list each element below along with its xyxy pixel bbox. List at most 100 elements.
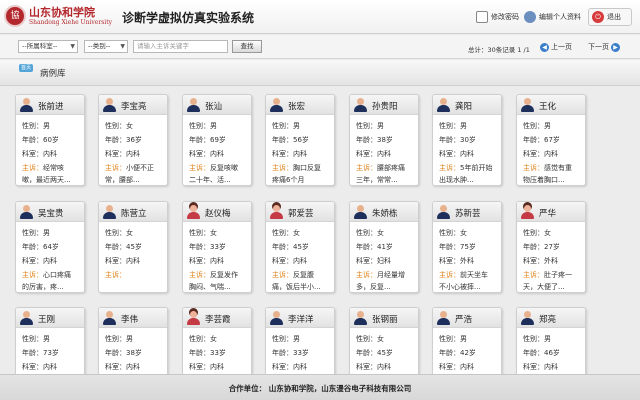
age-row: 年龄：33岁 [272,348,334,358]
gender-value: 男 [544,335,551,343]
case-card-header: 朱娇栋 [350,202,418,222]
dept-value: 内科 [544,363,558,371]
gender-value: 男 [377,122,384,130]
dept-label: 科室： [523,363,544,371]
case-card[interactable]: 郑亮性别：男年龄：46岁科室：内科主诉： [516,307,586,374]
dept-value: 内科 [210,363,224,371]
dept-value: 内科 [293,150,307,158]
complaint-value: 反复腹 [293,271,314,279]
age-row: 年龄：33岁 [189,348,251,358]
filter-toolbar: --所属科室-- ▼ --类别-- ▼ 请输入主诉关键字 查找 总计：30条记录… [0,35,640,59]
case-card[interactable]: 孙贵阳 性别：男 年龄：38岁 科室：内科 主诉：腰部疼痛 三年，常常... [349,94,419,186]
age-row: 年龄：67岁 [523,135,585,145]
arrow-right-icon: ▶ [611,42,620,52]
age-row: 年龄：45岁 [272,242,334,252]
gender-label: 性别： [22,335,43,343]
male-user-icon [20,311,33,325]
logout-button[interactable]: ⏻ 退出 [588,8,632,26]
search-button[interactable]: 查找 [232,40,262,53]
gender-row: 性别：女 [439,228,501,238]
dept-row: 科室：内科 [105,362,167,372]
department-select[interactable]: --所属科室-- ▼ [18,40,78,53]
patient-name: 张前进 [38,102,64,112]
age-row: 年龄：41岁 [356,242,418,252]
dept-value: 内科 [210,150,224,158]
dept-value: 内科 [460,150,474,158]
case-card[interactable]: 张宏 性别：男 年龄：56岁 科室：内科 主诉：胸口反复 疼痛6个月 [265,94,335,186]
dept-row: 科室：外科 [523,256,585,266]
case-card[interactable]: 苏新芸 性别：女 年龄：75岁 科室：外科 主诉：前天坐车 不小心被摔... [432,201,502,293]
case-card[interactable]: 郭爱芸 性别：女 年龄：45岁 科室：内科 主诉：反复腹 痛，饭后半小... [265,201,335,293]
prev-page-button[interactable]: ◀ 上一页 [540,41,572,53]
age-value: 30岁 [460,136,476,144]
patient-name: 李芸霞 [205,315,231,325]
gender-label: 性别： [22,229,43,237]
complaint-value: 小便不正 [126,164,154,172]
university-seal-icon: 協 [4,5,26,27]
case-card-header: 李洋洋 [266,308,334,328]
dept-row: 科室：内科 [189,362,251,372]
age-value: 73岁 [43,349,59,357]
home-tag[interactable]: 首页 [19,64,34,72]
age-value: 69岁 [210,136,226,144]
dept-label: 科室： [189,150,210,158]
age-label: 年龄： [105,243,126,251]
gender-label: 性别： [22,122,43,130]
dept-label: 科室： [22,150,43,158]
category-select[interactable]: --类别-- ▼ [84,40,128,53]
case-card[interactable]: 朱娇栋 性别：女 年龄：41岁 科室：妇科 主诉：月经量增 多，反复... [349,201,419,293]
document-edit-icon [476,11,488,23]
complaint-search-input[interactable]: 请输入主诉关键字 [133,40,228,53]
case-card[interactable]: 赵仪梅 性别：女 年龄：33岁 科室：内科 主诉：反复发作 胸闷、气喘... [182,201,252,293]
age-value: 64岁 [43,243,59,251]
dept-row: 科室：内科 [272,149,334,159]
case-card[interactable]: 严浩性别：男年龄：42岁科室：内科主诉：逐渐不良 [432,307,502,374]
case-card-header: 张前进 [16,95,84,115]
male-user-icon [270,98,283,112]
age-label: 年龄： [439,243,460,251]
case-card[interactable]: 张汕 性别：男 年龄：69岁 科室：内科 主诉：反复咳嗽 二十年、活... [182,94,252,186]
case-card[interactable]: 严华 性别：女 年龄：27岁 科室：外科 主诉：肚子疼一 天，大便了... [516,201,586,293]
complaint-label: 主诉： [22,271,43,279]
case-card-header: 李芸霞 [183,308,251,328]
dept-row: 科室：内科 [105,149,167,159]
age-label: 年龄： [439,136,460,144]
department-select-value: --所属科室-- [22,42,58,50]
female-user-icon [270,205,283,219]
complaint-value: 月经量增 [377,271,405,279]
next-page-button[interactable]: 下一页 ▶ [588,41,620,53]
gender-row: 性别：男 [22,228,84,238]
gender-label: 性别： [189,229,210,237]
case-card[interactable]: 张钢丽性别：女年龄：45岁科室：内科主诉：腹痛，没有 [349,307,419,374]
dept-value: 内科 [126,363,140,371]
patient-name: 郑亮 [539,315,557,325]
gender-row: 性别：男 [189,121,251,131]
edit-profile-button[interactable]: 编辑个人资料 [524,9,581,25]
gender-label: 性别： [272,229,293,237]
case-card-header: 陈营立 [99,202,167,222]
case-card[interactable]: 陈营立 性别：女 年龄：45岁 科室：内科 主诉： [98,201,168,293]
gender-row: 性别：男 [523,334,585,344]
case-card[interactable]: 李洋洋性别：男年龄：33岁科室：内科主诉：发热、咳嗽 [265,307,335,374]
case-card[interactable]: 龚阳 性别：男 年龄：30岁 科室：内科 主诉：5年前开始 出现水肿... [432,94,502,186]
dept-row: 科室：内科 [356,362,418,372]
gender-label: 性别： [189,335,210,343]
dept-row: 科室：内科 [22,362,84,372]
case-card[interactable]: 王刚性别：男年龄：73岁科室：内科主诉：肚子上面 [15,307,85,374]
patient-name: 王化 [539,102,557,112]
age-label: 年龄： [189,349,210,357]
case-card[interactable]: 吴宝贵 性别：男 年龄：64岁 科室：内科 主诉：心口疼痛 的厉害，疼... [15,201,85,293]
patient-name: 孙贵阳 [372,102,398,112]
case-card[interactable]: 王化 性别：男 年龄：67岁 科室：内科 主诉：感觉有重 物压着胸口... [516,94,586,186]
change-password-button[interactable]: 修改密码 [476,9,519,25]
case-card[interactable]: 李伟性别：男年龄：38岁科室：内科主诉：关节肿胀 [98,307,168,374]
case-card[interactable]: 李宝亮 性别：女 年龄：36岁 科室：内科 主诉：小便不正 常，腰部... [98,94,168,186]
gender-label: 性别： [189,122,210,130]
case-card[interactable]: 李芸霞性别：女年龄：33岁科室：内科主诉：心慌、胸闷 [182,307,252,374]
case-card[interactable]: 张前进 性别：男 年龄：60岁 科室：内科 主诉：经常咳 嗽，最近两天... [15,94,85,186]
patient-name: 张宏 [288,102,306,112]
male-user-icon [437,311,450,325]
gender-label: 性别： [272,335,293,343]
age-row: 年龄：30岁 [439,135,501,145]
complaint-detail: 的厉害，疼... [22,283,64,291]
